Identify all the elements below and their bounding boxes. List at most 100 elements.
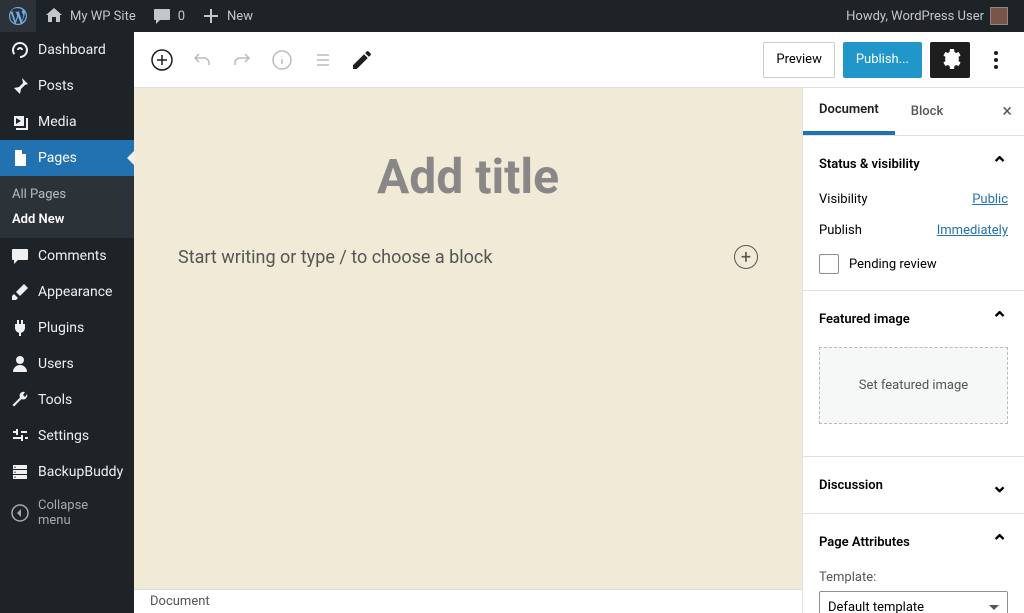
submenu-add-new[interactable]: Add New (0, 207, 134, 232)
publish-button[interactable]: Publish... (843, 42, 922, 78)
howdy-label: Howdy, WordPress User (846, 9, 984, 24)
editor-toolbar: Preview Publish... (134, 32, 1024, 88)
more-options-button[interactable] (978, 42, 1014, 78)
panel-title: Discussion (819, 478, 883, 493)
submenu-pages: All Pages Add New (0, 176, 134, 238)
collapse-label: Collapse menu (38, 498, 124, 528)
submenu-all-pages[interactable]: All Pages (0, 182, 134, 207)
add-block-button[interactable] (144, 42, 180, 78)
panel-title: Page Attributes (819, 535, 910, 550)
menu-label: Comments (38, 248, 107, 264)
editor-canvas: Add title Start writing or type / to cho… (134, 88, 802, 589)
breadcrumb-item[interactable]: Document (150, 594, 210, 609)
menu-label: Settings (38, 428, 89, 444)
visibility-label: Visibility (819, 192, 868, 207)
wp-logo-menu[interactable] (0, 0, 36, 32)
new-content-menu[interactable]: New (193, 0, 261, 32)
publish-value[interactable]: Immediately (937, 223, 1008, 238)
admin-sidebar: Dashboard Posts Media Pages All Pages Ad… (0, 32, 134, 613)
tab-block[interactable]: Block (895, 88, 959, 135)
panel-discussion-toggle[interactable]: Discussion ⌄ (803, 457, 1024, 513)
home-icon (44, 6, 64, 26)
wordpress-icon (8, 6, 28, 26)
list-icon (310, 48, 334, 72)
pencil-icon (350, 48, 374, 72)
tab-document[interactable]: Document (803, 88, 895, 135)
chevron-down-icon: ⌄ (991, 473, 1008, 497)
collapse-icon (10, 503, 30, 523)
visibility-value[interactable]: Public (972, 192, 1008, 207)
plus-icon (201, 6, 221, 26)
redo-icon (230, 48, 254, 72)
menu-plugins[interactable]: Plugins (0, 310, 134, 346)
menu-posts[interactable]: Posts (0, 68, 134, 104)
menu-comments[interactable]: Comments (0, 238, 134, 274)
close-settings-button[interactable]: × (990, 88, 1024, 135)
site-name-menu[interactable]: My WP Site (36, 0, 144, 32)
panel-title: Status & visibility (819, 157, 920, 172)
edit-mode-button[interactable] (344, 42, 380, 78)
comments-count: 0 (178, 9, 185, 24)
preview-button[interactable]: Preview (763, 42, 834, 78)
info-icon (270, 48, 294, 72)
media-icon (10, 112, 30, 132)
template-select[interactable]: Default template (819, 591, 1008, 613)
sliders-icon (10, 426, 30, 446)
menu-label: BackupBuddy (38, 464, 123, 480)
add-block-inline-button[interactable]: + (734, 245, 758, 269)
panel-attributes-toggle[interactable]: Page Attributes ⌃ (803, 514, 1024, 570)
publish-label: Publish (819, 223, 862, 238)
plus-circle-icon (150, 48, 174, 72)
menu-label: Media (38, 114, 77, 130)
menu-label: Dashboard (38, 42, 106, 58)
outline-button[interactable] (304, 42, 340, 78)
menu-label: Tools (38, 392, 72, 408)
admin-toolbar: My WP Site 0 New Howdy, WordPress User (0, 0, 1024, 32)
page-icon (10, 148, 30, 168)
panel-title: Featured image (819, 312, 910, 327)
menu-pages[interactable]: Pages (0, 140, 134, 176)
settings-toggle[interactable] (930, 42, 970, 78)
pending-review-label: Pending review (849, 257, 937, 272)
brush-icon (10, 282, 30, 302)
menu-users[interactable]: Users (0, 346, 134, 382)
chevron-up-icon: ⌃ (991, 530, 1008, 554)
info-button[interactable] (264, 42, 300, 78)
more-icon (984, 48, 1008, 72)
undo-icon (190, 48, 214, 72)
menu-label: Appearance (38, 284, 112, 300)
menu-settings[interactable]: Settings (0, 418, 134, 454)
post-title-input[interactable]: Add title (134, 148, 802, 245)
block-breadcrumb: Document (134, 589, 802, 613)
panel-status-toggle[interactable]: Status & visibility ⌃ (803, 136, 1024, 192)
redo-button[interactable] (224, 42, 260, 78)
account-menu[interactable]: Howdy, WordPress User (838, 0, 1016, 32)
comment-icon (10, 246, 30, 266)
menu-label: Plugins (38, 320, 84, 336)
chevron-up-icon: ⌃ (991, 152, 1008, 176)
pending-review-checkbox[interactable] (819, 254, 839, 274)
pin-icon (10, 76, 30, 96)
undo-button[interactable] (184, 42, 220, 78)
menu-appearance[interactable]: Appearance (0, 274, 134, 310)
paragraph-placeholder[interactable]: Start writing or type / to choose a bloc… (178, 247, 492, 268)
avatar (990, 7, 1008, 25)
menu-backupbuddy[interactable]: BackupBuddy (0, 454, 134, 490)
comment-icon (152, 6, 172, 26)
wrench-icon (10, 390, 30, 410)
menu-label: Users (38, 356, 74, 372)
menu-label: Pages (38, 150, 77, 166)
user-icon (10, 354, 30, 374)
menu-media[interactable]: Media (0, 104, 134, 140)
collapse-menu[interactable]: Collapse menu (0, 490, 134, 536)
new-content-label: New (227, 9, 253, 24)
plug-icon (10, 318, 30, 338)
menu-tools[interactable]: Tools (0, 382, 134, 418)
menu-dashboard[interactable]: Dashboard (0, 32, 134, 68)
comments-menu[interactable]: 0 (144, 0, 193, 32)
dashboard-icon (10, 40, 30, 60)
panel-featured-toggle[interactable]: Featured image⌃ (803, 291, 1024, 347)
settings-sidebar: Document Block × Status & visibility ⌃ Vi… (802, 88, 1024, 613)
set-featured-image-button[interactable]: Set featured image (819, 347, 1008, 424)
backup-icon (10, 462, 30, 482)
